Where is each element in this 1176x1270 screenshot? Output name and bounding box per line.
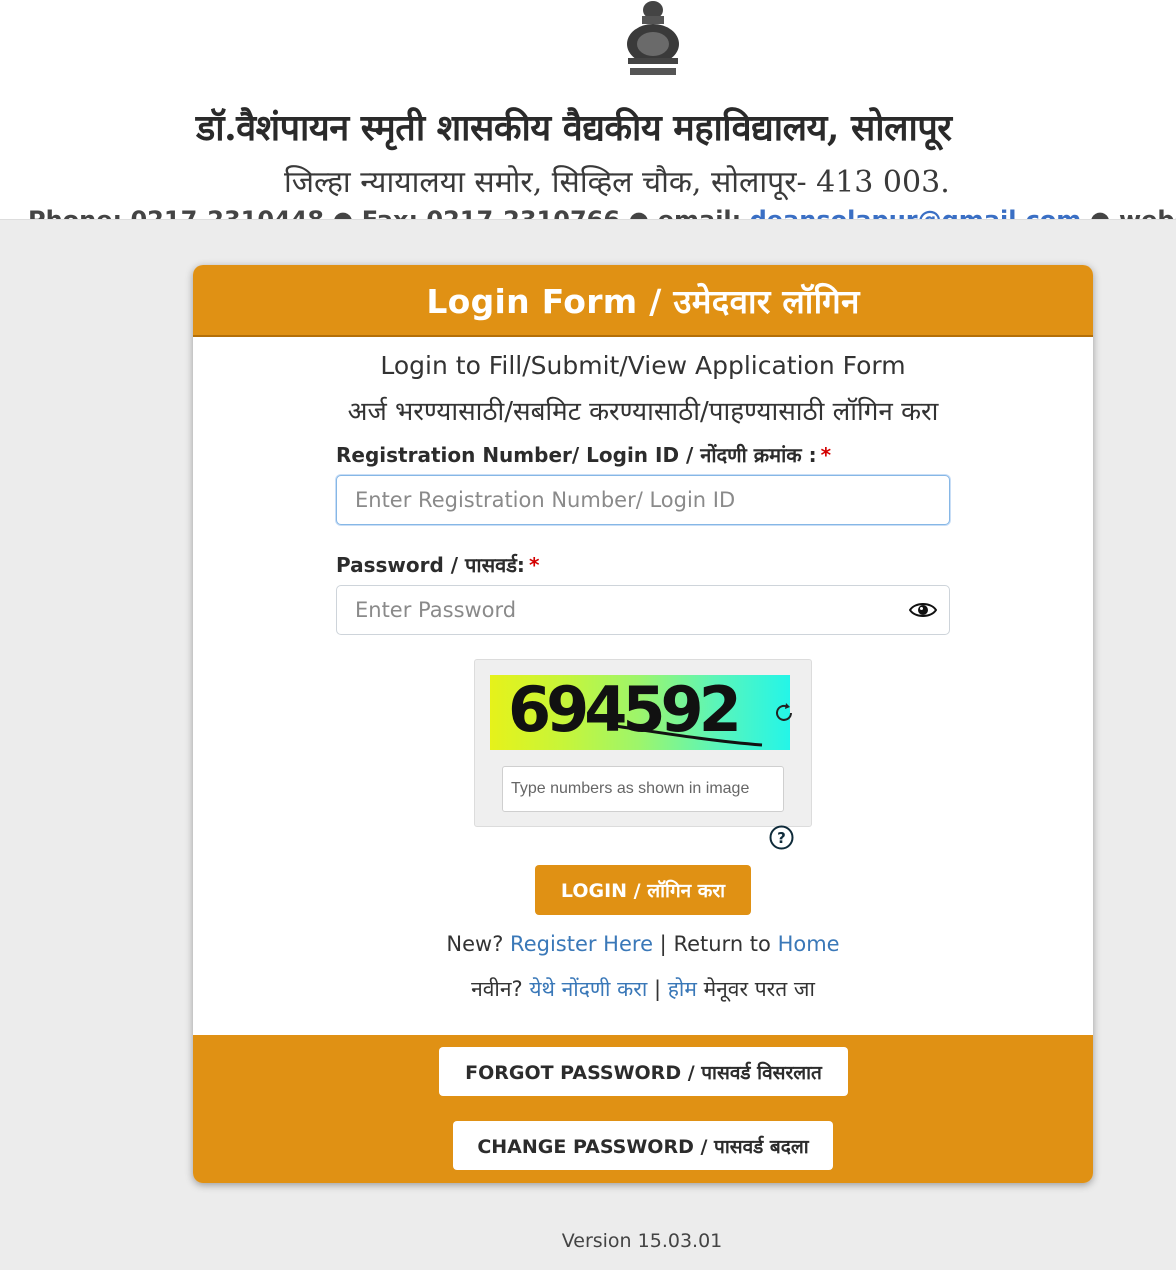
registration-number-input[interactable] bbox=[336, 475, 950, 525]
required-mark: * bbox=[528, 553, 540, 577]
login-card-header: Login Form / उमेदवार लॉगिन bbox=[193, 265, 1093, 337]
forgot-password-button[interactable]: FORGOT PASSWORD / पासवर्ड विसरलात bbox=[439, 1047, 848, 1096]
question-circle-icon[interactable]: ? bbox=[769, 825, 794, 850]
password-input[interactable] bbox=[336, 585, 950, 635]
link-separator: | bbox=[647, 977, 668, 1001]
contact-line: Phone: 0217-2310448 ● Fax: 0217-2310766 … bbox=[28, 206, 1176, 220]
college-name: डॉ.वैशंपायन स्मृती शासकीय वैद्यकीय महावि… bbox=[196, 107, 952, 149]
captcha-image: 694592 bbox=[490, 675, 790, 750]
eye-icon[interactable] bbox=[909, 600, 937, 620]
change-password-button[interactable]: CHANGE PASSWORD / पासवर्ड बदला bbox=[453, 1121, 833, 1170]
password-label: Password / पासवर्ड: * bbox=[336, 551, 539, 578]
contact-prefix: Phone: 0217-2310448 ● Fax: 0217-2310766 … bbox=[28, 206, 750, 220]
login-card: Login Form / उमेदवार लॉगिन Login to Fill… bbox=[193, 265, 1093, 1183]
registration-label-text: Registration Number/ Login ID / नोंदणी क… bbox=[336, 443, 817, 467]
registration-number-label: Registration Number/ Login ID / नोंदणी क… bbox=[336, 441, 831, 468]
version-label: Version 15.03.01 bbox=[561, 1230, 723, 1252]
captcha-noise-line bbox=[607, 723, 763, 747]
refresh-icon[interactable] bbox=[772, 701, 796, 725]
login-form-title: Login Form / उमेदवार लॉगिन bbox=[426, 281, 860, 321]
login-button[interactable]: LOGIN / लॉगिन करा bbox=[535, 865, 751, 915]
captcha-input[interactable] bbox=[502, 766, 784, 812]
contact-email-link[interactable]: deansolapur@gmail.com bbox=[750, 206, 1082, 219]
link-separator: | bbox=[653, 932, 674, 956]
register-home-links-marathi: नवीन? येथे नोंदणी करा | होम मेनूवर परत ज… bbox=[193, 975, 1093, 1003]
register-here-link-marathi[interactable]: येथे नोंदणी करा bbox=[529, 977, 647, 1001]
svg-text:?: ? bbox=[777, 829, 786, 847]
new-label-marathi: नवीन? bbox=[471, 977, 530, 1001]
return-label-marathi: मेनूवर परत जा bbox=[696, 977, 815, 1001]
home-link-marathi[interactable]: होम bbox=[668, 977, 697, 1001]
return-label: Return to bbox=[673, 932, 778, 956]
home-link[interactable]: Home bbox=[778, 932, 840, 956]
state-emblem-icon bbox=[627, 1, 679, 75]
contact-suffix: ● website: www bbox=[1089, 206, 1176, 220]
college-address: जिल्हा न्यायालया समोर, सिव्हिल चौक, सोला… bbox=[284, 165, 950, 200]
subtitle-marathi: अर्ज भरण्यासाठी/सबमिट करण्यासाठी/पाहण्या… bbox=[347, 397, 939, 427]
password-label-text: Password / पासवर्ड: bbox=[336, 553, 525, 577]
new-label: New? bbox=[446, 932, 511, 956]
subtitle-english: Login to Fill/Submit/View Application Fo… bbox=[380, 351, 906, 380]
register-here-link[interactable]: Register Here bbox=[510, 932, 653, 956]
captcha-panel: 694592 bbox=[474, 659, 812, 827]
required-mark: * bbox=[820, 443, 832, 467]
register-home-links-english: New? Register Here | Return to Home bbox=[193, 932, 1093, 956]
login-card-footer: FORGOT PASSWORD / पासवर्ड विसरलात CHANGE… bbox=[193, 1035, 1093, 1183]
college-banner: डॉ.वैशंपायन स्मृती शासकीय वैद्यकीय महावि… bbox=[0, 0, 1176, 220]
